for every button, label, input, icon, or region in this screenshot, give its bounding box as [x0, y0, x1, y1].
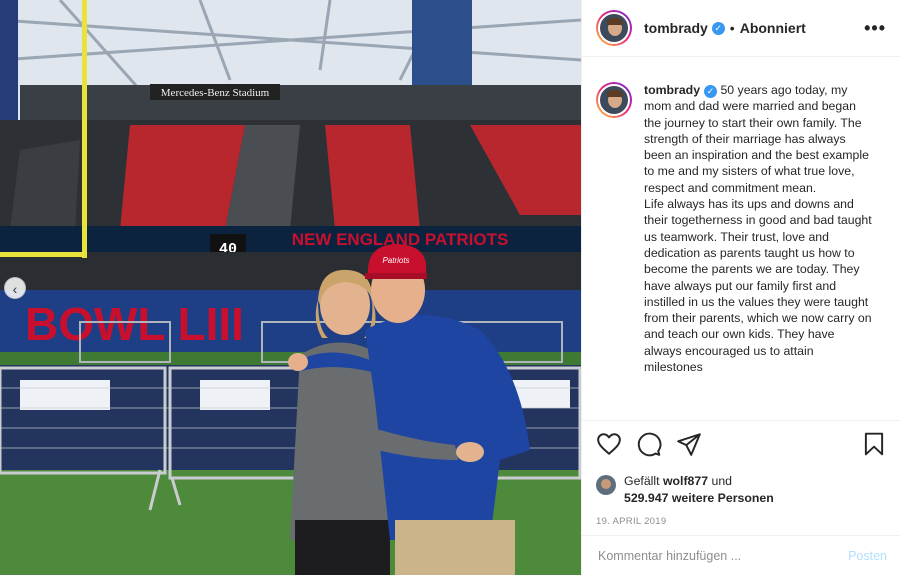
- caption-row: tombrady ✓ 50 years ago today, my mom and…: [596, 82, 887, 375]
- post-side-panel: tombrady ✓ • Abonniert ••• tombrady ✓ 50 …: [581, 0, 900, 575]
- carousel-prev-button[interactable]: ‹: [4, 277, 26, 299]
- caption-author-avatar[interactable]: [596, 82, 632, 118]
- verified-badge-icon: ✓: [711, 21, 725, 35]
- author-avatar[interactable]: [596, 10, 632, 46]
- post-comment-button[interactable]: Posten: [848, 549, 887, 563]
- caption-scroll-area[interactable]: tombrady ✓ 50 years ago today, my mom and…: [582, 58, 900, 420]
- stadium-sign-text: Mercedes-Benz Stadium: [161, 87, 270, 99]
- heart-icon[interactable]: [596, 431, 622, 457]
- stadium-photo-illustration: Mercedes-Benz Stadium NEW ENGLAND PATRIO…: [0, 0, 581, 575]
- avatar-image: [598, 12, 630, 44]
- likes-summary: Gefällt wolf877 und 529.947 weitere Pers…: [596, 473, 887, 506]
- liker-avatar[interactable]: [596, 475, 616, 495]
- likes-count-link[interactable]: 529.947 weitere Personen: [624, 491, 774, 505]
- follow-status-button[interactable]: Abonniert: [740, 20, 806, 36]
- likes-text: Gefällt wolf877 und 529.947 weitere Pers…: [624, 473, 774, 506]
- avatar-image: [598, 84, 630, 116]
- comment-input[interactable]: [598, 548, 849, 563]
- likes-prefix: Gefällt: [624, 474, 660, 488]
- bowl-wall-text: BOWL LIII: [25, 298, 244, 350]
- likes-connector: und: [711, 474, 733, 488]
- post-actions-section: Gefällt wolf877 und 529.947 weitere Pers…: [582, 420, 900, 535]
- first-liker-link[interactable]: wolf877: [663, 474, 708, 488]
- cap-logo: Patriots: [382, 256, 409, 265]
- action-bar: [596, 431, 887, 457]
- comment-form: Posten: [582, 535, 900, 575]
- caption-body: 50 years ago today, my mom and dad were …: [644, 83, 872, 375]
- caption-text-block: tombrady ✓ 50 years ago today, my mom and…: [644, 82, 874, 375]
- author-username[interactable]: tombrady: [644, 20, 708, 36]
- post-photo[interactable]: Mercedes-Benz Stadium NEW ENGLAND PATRIO…: [0, 0, 581, 575]
- verified-badge-icon: ✓: [704, 85, 718, 98]
- caption-username[interactable]: tombrady: [644, 83, 700, 97]
- header-separator: •: [729, 20, 735, 36]
- share-icon[interactable]: [676, 431, 702, 457]
- bookmark-icon[interactable]: [861, 431, 887, 457]
- post-header: tombrady ✓ • Abonniert •••: [582, 0, 900, 57]
- more-options-icon[interactable]: •••: [864, 18, 886, 39]
- comment-icon[interactable]: [636, 431, 662, 457]
- post-date[interactable]: 19. APRIL 2019: [596, 516, 887, 527]
